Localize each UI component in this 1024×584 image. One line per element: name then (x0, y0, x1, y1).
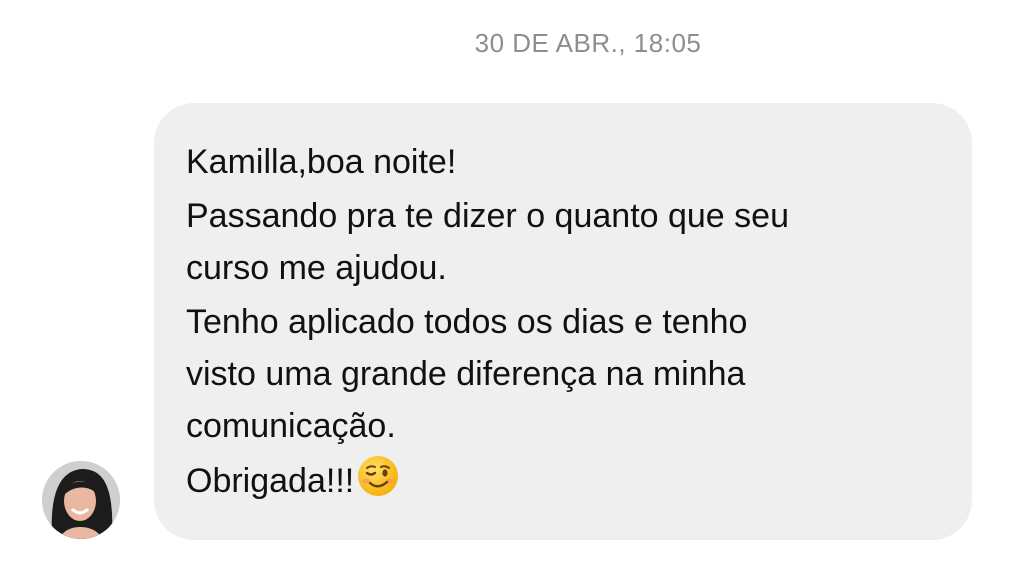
message-line: Obrigada!!! (186, 462, 355, 500)
message-timestamp: 30 DE ABR., 18:05 (474, 28, 702, 58)
sender-avatar[interactable] (42, 461, 120, 539)
message-bubble[interactable]: Kamilla,boa noite! Passando pra te dizer… (154, 103, 972, 540)
message-line: comunicação. (186, 407, 396, 445)
message-last-line: Obrigada!!! (186, 454, 942, 507)
message-line: visto uma grande diferença na minha (186, 355, 746, 393)
winking-face-icon (356, 454, 400, 498)
message-line: Passando pra te dizer o quanto que seu (186, 197, 789, 235)
message-line: curso me ajudou. (186, 249, 447, 287)
received-message-row: Kamilla,boa noite! Passando pra te dizer… (42, 103, 972, 540)
message-line: Kamilla,boa noite! (186, 143, 457, 181)
message-line: Tenho aplicado todos os dias e tenho (186, 303, 748, 341)
avatar-photo-icon (42, 461, 120, 539)
